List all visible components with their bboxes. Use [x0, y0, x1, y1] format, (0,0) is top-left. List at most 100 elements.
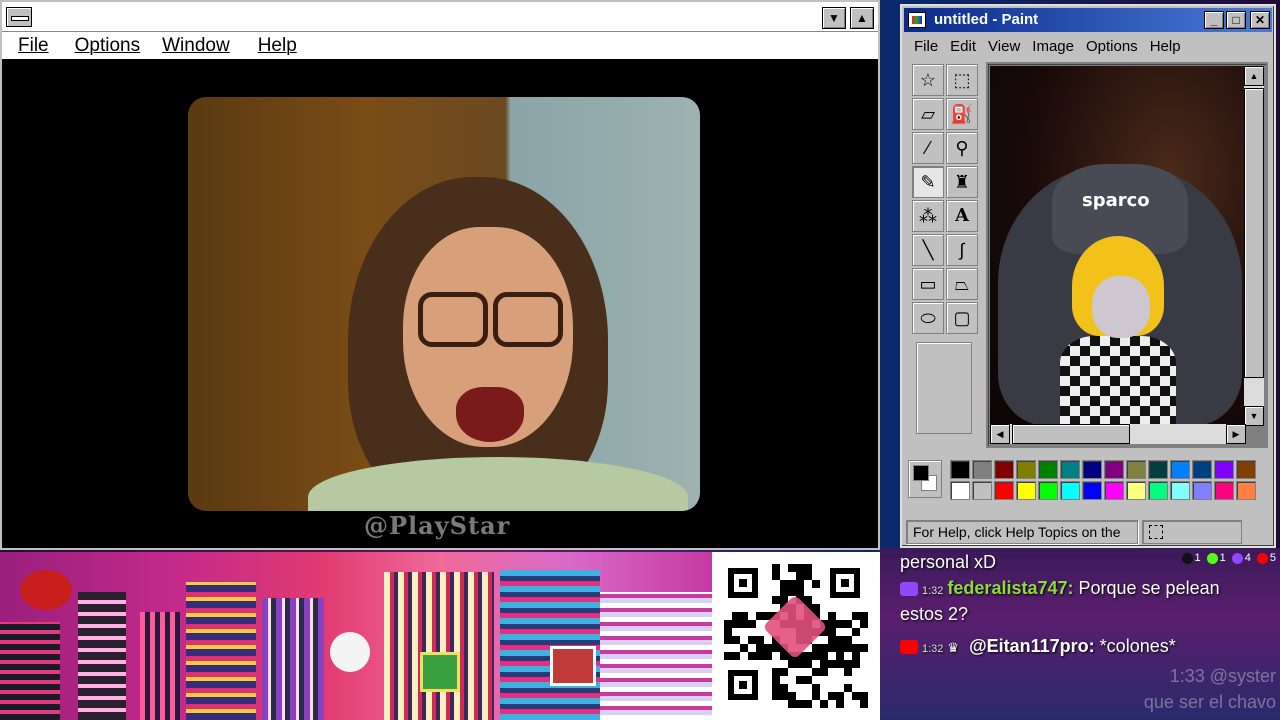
current-colors[interactable]: [908, 460, 942, 498]
minimize-button[interactable]: ▼: [822, 7, 846, 29]
qr-module: [836, 700, 844, 708]
airbrush-icon[interactable]: ⁂: [912, 200, 944, 232]
palette-swatch[interactable]: [1236, 460, 1256, 479]
menu-options[interactable]: Options: [75, 35, 140, 57]
qr-module: [724, 620, 732, 628]
chat-username-1: federalista747:: [947, 578, 1074, 598]
status-coordinates: [1142, 520, 1242, 544]
qr-module: [804, 700, 812, 708]
palette-swatch[interactable]: [1016, 460, 1036, 479]
qr-module: [788, 700, 796, 708]
scroll-right-icon[interactable]: ▶: [1226, 424, 1246, 444]
polygon-icon[interactable]: ⏢: [946, 268, 978, 300]
vertical-scrollbar[interactable]: ▲ ▼: [1244, 66, 1264, 426]
maximize-button[interactable]: ▲: [850, 7, 874, 29]
menu-window[interactable]: Window: [162, 35, 230, 57]
rounded-rect-icon[interactable]: ▢: [946, 302, 978, 334]
paint-menu-edit[interactable]: Edit: [950, 38, 976, 55]
palette-swatch[interactable]: [1104, 481, 1124, 500]
qr-module: [780, 652, 788, 660]
palette-swatch[interactable]: [950, 481, 970, 500]
palette-swatch[interactable]: [1082, 460, 1102, 479]
qr-module: [756, 652, 764, 660]
vertical-scroll-thumb[interactable]: [1244, 88, 1264, 378]
palette-swatch[interactable]: [1060, 460, 1080, 479]
palette-swatch[interactable]: [1192, 460, 1212, 479]
palette-swatch[interactable]: [1148, 460, 1168, 479]
palette-swatch[interactable]: [1192, 481, 1212, 500]
line-icon[interactable]: ╲: [912, 234, 944, 266]
paint-minimize-button[interactable]: _: [1204, 11, 1224, 29]
paint-menu-options[interactable]: Options: [1086, 38, 1138, 55]
magnifier-icon[interactable]: ⚲: [946, 132, 978, 164]
qr-module: [764, 644, 772, 652]
chat-faded-1: 1:33 @syster: [1169, 666, 1276, 686]
fill-icon[interactable]: ⛽: [946, 98, 978, 130]
qr-module: [772, 572, 780, 580]
youtube-badge-icon: [900, 640, 918, 655]
ellipse-icon[interactable]: ⬭: [912, 302, 944, 334]
brush-icon[interactable]: ♜: [946, 166, 978, 198]
picker-icon[interactable]: ⁄: [912, 132, 944, 164]
palette-swatch[interactable]: [1126, 481, 1146, 500]
paint-menu-file[interactable]: File: [914, 38, 938, 55]
eraser-icon[interactable]: ▱: [912, 98, 944, 130]
palette-swatch[interactable]: [1038, 481, 1058, 500]
qr-code[interactable]: [712, 552, 880, 720]
scroll-left-icon[interactable]: ◀: [990, 424, 1010, 444]
pencil-icon[interactable]: ✎: [912, 166, 944, 198]
paint-canvas[interactable]: sparco: [990, 66, 1248, 426]
paint-app-icon[interactable]: [908, 12, 926, 28]
palette-swatch[interactable]: [1236, 481, 1256, 500]
chat-text-3: *colones*: [1094, 636, 1176, 656]
paint-menu-view[interactable]: View: [988, 38, 1020, 55]
tiktok-icon: [1181, 552, 1193, 564]
paint-menu-help[interactable]: Help: [1150, 38, 1181, 55]
palette-swatch[interactable]: [972, 481, 992, 500]
palette-swatch[interactable]: [1170, 481, 1190, 500]
palette-swatch[interactable]: [994, 460, 1014, 479]
qr-module: [796, 700, 804, 708]
tool-options-box[interactable]: [916, 342, 972, 434]
palette-swatch[interactable]: [950, 460, 970, 479]
horizontal-scroll-thumb[interactable]: [1012, 424, 1130, 444]
free-select-icon[interactable]: ☆: [912, 64, 944, 96]
system-menu-button[interactable]: [6, 7, 32, 27]
palette-swatch[interactable]: [972, 460, 992, 479]
select-icon[interactable]: ⬚: [946, 64, 978, 96]
palette-swatch[interactable]: [1214, 460, 1234, 479]
palette-swatch[interactable]: [1060, 481, 1080, 500]
palette-swatch[interactable]: [1214, 481, 1234, 500]
palette-swatch[interactable]: [1104, 460, 1124, 479]
scroll-down-icon[interactable]: ▼: [1244, 406, 1264, 426]
video-area[interactable]: @PlayStar: [2, 59, 878, 548]
palette-swatch[interactable]: [1038, 460, 1058, 479]
video-subject-shirt: [308, 457, 688, 511]
palette-swatch[interactable]: [1126, 460, 1146, 479]
menu-help[interactable]: Help: [258, 35, 297, 57]
horizontal-scrollbar[interactable]: ◀ ▶: [990, 424, 1246, 444]
text-icon[interactable]: A: [946, 200, 978, 232]
qr-module: [828, 644, 836, 652]
qr-module: [812, 692, 820, 700]
crown-icon: ♛: [947, 640, 960, 655]
palette-swatch[interactable]: [1148, 481, 1168, 500]
palette-swatch[interactable]: [1082, 481, 1102, 500]
qr-module: [844, 668, 852, 676]
qr-module: [780, 692, 788, 700]
palette-swatch[interactable]: [1016, 481, 1036, 500]
paint-close-button[interactable]: ✕: [1250, 11, 1270, 29]
paint-maximize-button[interactable]: □: [1226, 11, 1246, 29]
glasses-left: [418, 292, 488, 347]
qr-module: [852, 612, 860, 620]
scroll-up-icon[interactable]: ▲: [1244, 66, 1264, 86]
qr-module: [732, 612, 740, 620]
palette-swatch[interactable]: [994, 481, 1014, 500]
paint-menu-image[interactable]: Image: [1032, 38, 1074, 55]
qr-module: [812, 684, 820, 692]
palette-swatch[interactable]: [1170, 460, 1190, 479]
menu-file[interactable]: File: [18, 35, 49, 57]
rectangle-icon[interactable]: ▭: [912, 268, 944, 300]
qr-module: [860, 700, 868, 708]
curve-icon[interactable]: ∫: [946, 234, 978, 266]
